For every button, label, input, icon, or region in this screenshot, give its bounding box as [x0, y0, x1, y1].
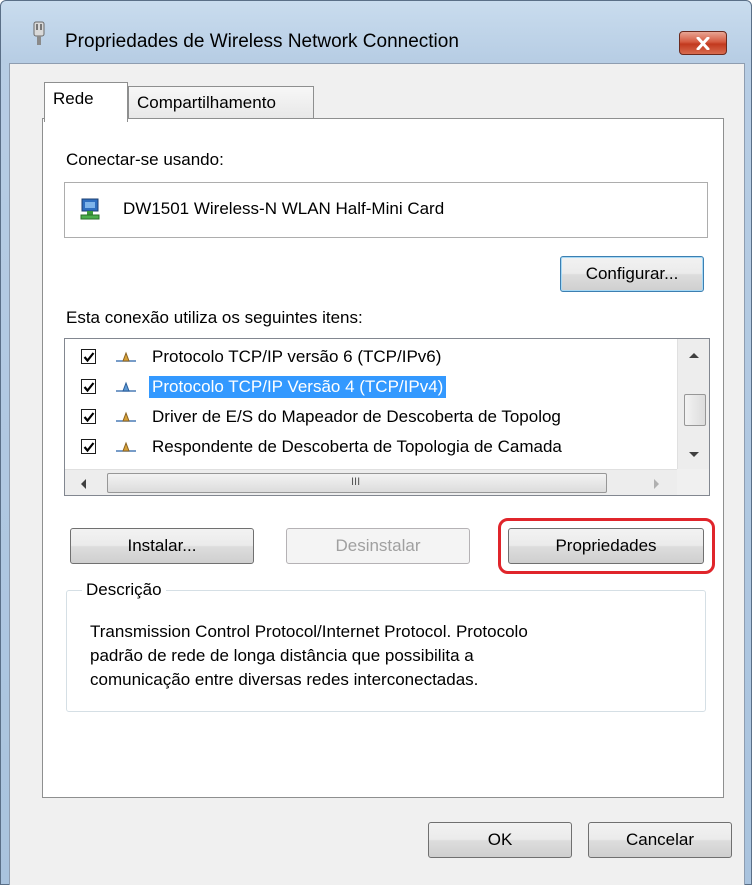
item-label: Driver de E/S do Mapeador de Descoberta …	[152, 407, 561, 426]
vertical-scrollbar[interactable]	[677, 339, 709, 469]
checkmark-icon	[83, 352, 95, 363]
protocol-icon	[116, 411, 136, 422]
checkmark-icon	[83, 382, 95, 393]
item-label: Respondente de Descoberta de Topologia d…	[152, 437, 562, 456]
adapter-display: DW1501 Wireless-N WLAN Half-Mini Card	[64, 182, 708, 238]
protocol-icon	[116, 381, 136, 392]
list-item[interactable]: Driver de E/S do Mapeador de Descoberta …	[65, 403, 677, 433]
description-line: padrão de rede de longa distância que po…	[90, 646, 474, 665]
item-label: Protocolo TCP/IP versão 6 (TCP/IPv6)	[152, 347, 442, 366]
list-item[interactable]: Protocolo TCP/IP Versão 4 (TCP/IPv4)	[65, 373, 677, 403]
scroll-right-icon[interactable]	[653, 478, 661, 490]
components-list[interactable]: Protocolo TCP/IP versão 6 (TCP/IPv6) Pro…	[64, 338, 710, 496]
horizontal-scroll-thumb[interactable]: III	[107, 473, 607, 493]
cancel-button[interactable]: Cancelar	[588, 822, 732, 858]
scroll-left-icon[interactable]	[79, 478, 87, 490]
description-line: Transmission Control Protocol/Internet P…	[90, 622, 528, 641]
list-item[interactable]: Respondente de Descoberta de Topologia d…	[65, 433, 677, 467]
ok-button[interactable]: OK	[428, 822, 572, 858]
list-item[interactable]: Protocolo TCP/IP versão 6 (TCP/IPv6)	[65, 343, 677, 373]
horizontal-scrollbar[interactable]: III	[65, 469, 677, 495]
protocol-icon	[116, 351, 136, 362]
scroll-grip: III	[351, 476, 361, 488]
item-checkbox[interactable]	[81, 439, 96, 454]
adapter-name: DW1501 Wireless-N WLAN Half-Mini Card	[123, 199, 445, 218]
item-checkbox[interactable]	[81, 349, 96, 364]
network-card-icon	[80, 198, 100, 220]
description-legend: Descrição	[82, 580, 166, 600]
checkmark-icon	[83, 412, 95, 423]
scroll-down-icon[interactable]	[688, 451, 700, 459]
item-checkbox[interactable]	[81, 409, 96, 424]
vertical-scroll-thumb[interactable]	[684, 394, 706, 426]
protocol-icon	[116, 441, 136, 452]
description-line: comunicação entre diversas redes interco…	[90, 670, 479, 689]
scroll-up-icon[interactable]	[688, 351, 700, 359]
items-label: Esta conexão utiliza os seguintes itens:	[66, 308, 363, 327]
scrollbar-corner	[677, 469, 709, 495]
item-checkbox[interactable]	[81, 379, 96, 394]
properties-highlight-ring	[498, 518, 715, 574]
uninstall-button[interactable]: Desinstalar	[286, 528, 470, 564]
connect-using-label: Conectar-se usando:	[66, 150, 224, 169]
description-text: Transmission Control Protocol/Internet P…	[90, 620, 690, 692]
checkmark-icon	[83, 442, 95, 453]
item-label: Protocolo TCP/IP Versão 4 (TCP/IPv4)	[149, 376, 447, 398]
configure-button[interactable]: Configurar...	[560, 256, 704, 292]
install-button[interactable]: Instalar...	[70, 528, 254, 564]
